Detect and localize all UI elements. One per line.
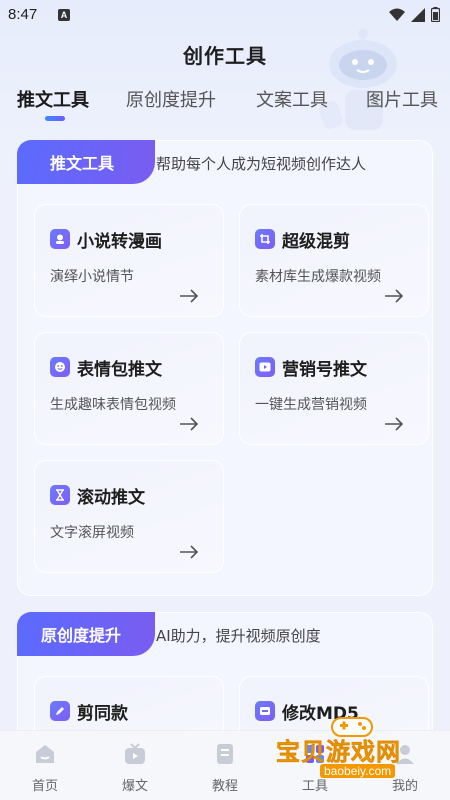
nav-label: 教程: [211, 779, 238, 794]
section-badge: 原创度提升: [17, 612, 155, 656]
arrow-right-icon: [180, 289, 199, 303]
card-super-mix[interactable]: 超级混剪 素材库生成爆款视频: [239, 204, 429, 317]
card-desc: 演绎小说情节: [50, 269, 134, 285]
arrow-right-icon: [385, 417, 404, 431]
watermark-text: 宝贝游戏网: [276, 738, 401, 767]
nav-label: 爆文: [121, 779, 148, 794]
arrow-right-icon: [180, 417, 199, 431]
tab-copywriting[interactable]: 文案工具: [256, 86, 328, 112]
comic-icon: [50, 229, 70, 249]
nav-label: 首页: [31, 779, 58, 794]
card-title: 表情包推文: [77, 360, 162, 380]
tab-tweet-tools[interactable]: 推文工具: [17, 86, 89, 112]
card-title: 营销号推文: [282, 360, 367, 380]
watermark: 宝贝游戏网 baobeiy.com: [268, 712, 428, 782]
page-title: 创作工具: [183, 44, 267, 68]
card-emoji-tweet[interactable]: 表情包推文 生成趣味表情包视频: [34, 332, 224, 445]
card-marketing-tweet[interactable]: 营销号推文 一键生成营销视频: [239, 332, 429, 445]
status-time: 8:47: [8, 6, 38, 23]
nav-home[interactable]: 首页: [15, 731, 75, 800]
watermark-url: baobeiy.com: [320, 764, 396, 778]
nav-tutorial[interactable]: 教程: [195, 731, 255, 800]
arrow-right-icon: [385, 289, 404, 303]
card-title: 剪同款: [77, 704, 128, 724]
tv-icon: [125, 743, 145, 764]
tab-indicator: [45, 116, 65, 121]
section-tweet-tools: 推文工具 帮助每个人成为短视频创作达人 小说转漫画 演绎小说情节 超级混剪 素材…: [17, 140, 433, 596]
card-title: 小说转漫画: [77, 232, 162, 252]
section-subtitle: AI助力，提升视频原创度: [156, 627, 321, 645]
emoji-icon: [50, 357, 70, 377]
tab-originality[interactable]: 原创度提升: [126, 86, 216, 112]
card-title: 滚动推文: [77, 488, 145, 508]
edit-icon: [50, 701, 70, 721]
book-icon: [217, 744, 233, 764]
hourglass-icon: [50, 485, 70, 505]
card-scroll-tweet[interactable]: 滚动推文 文字滚屏视频: [34, 460, 224, 573]
arrow-right-icon: [180, 545, 199, 559]
tab-image-tools[interactable]: 图片工具: [366, 86, 438, 112]
notification-icon: A: [58, 9, 70, 21]
card-novel-to-comic[interactable]: 小说转漫画 演绎小说情节: [34, 204, 224, 317]
card-desc: 文字滚屏视频: [50, 525, 134, 541]
card-desc: 生成趣味表情包视频: [50, 397, 176, 413]
signal-icon: [411, 7, 425, 22]
home-icon: [36, 745, 54, 763]
wifi-icon: [389, 8, 405, 21]
battery-icon: [431, 7, 440, 22]
card-title: 超级混剪: [282, 232, 350, 252]
nav-hot[interactable]: 爆文: [105, 731, 165, 800]
card-desc: 一键生成营销视频: [255, 397, 367, 413]
section-subtitle: 帮助每个人成为短视频创作达人: [156, 155, 367, 173]
section-badge: 推文工具: [17, 140, 155, 184]
crop-icon: [255, 229, 275, 249]
tab-bar: 推文工具 原创度提升 文案工具 图片工具: [0, 86, 450, 122]
card-desc: 素材库生成爆款视频: [255, 269, 381, 285]
play-icon: [255, 357, 275, 377]
status-icons: [389, 7, 440, 22]
